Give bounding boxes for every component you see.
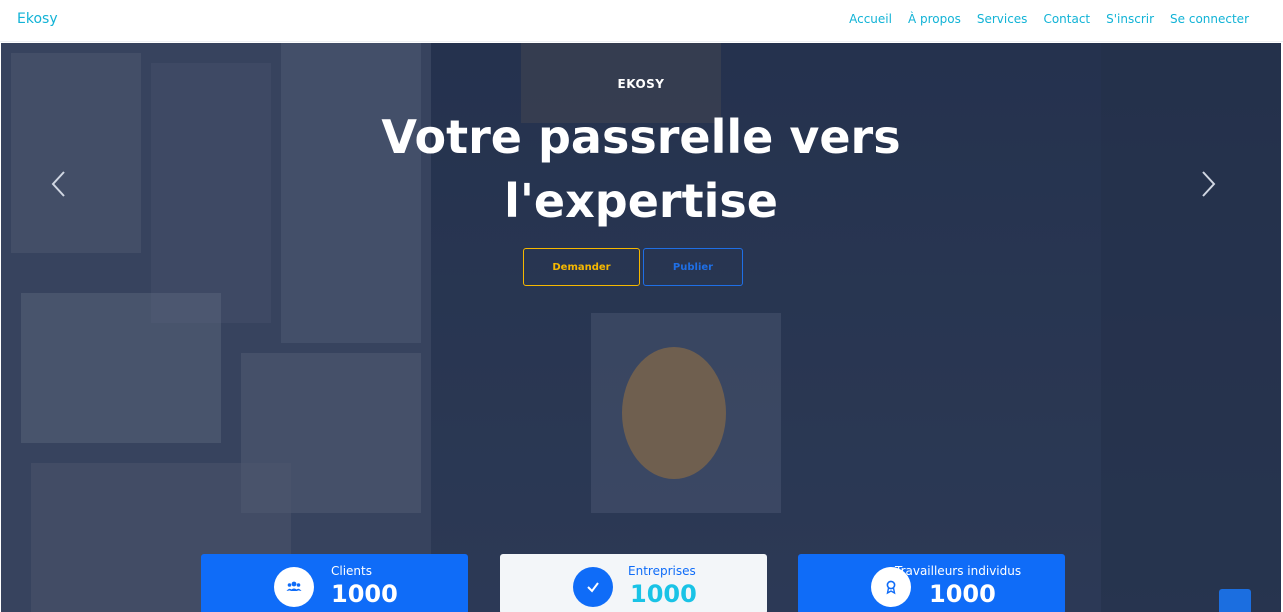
stat-count: 1000 xyxy=(630,580,697,608)
stat-title: Entreprises xyxy=(628,564,696,578)
back-to-top-button[interactable] xyxy=(1219,589,1251,612)
hero-eyebrow: EKOSY xyxy=(617,77,665,91)
stat-count: 1000 xyxy=(929,580,996,608)
nav-links: Accueil À propos Services Contact S'insc… xyxy=(849,12,1249,26)
stat-count: 1000 xyxy=(331,580,398,608)
stat-card-travailleurs: Travailleurs individus 1000 xyxy=(798,554,1065,612)
hero-headline: Votre passrelle vers l'expertise xyxy=(381,110,901,228)
chevron-right-icon[interactable] xyxy=(1198,169,1218,199)
hero-carousel: EKOSY Votre passrelle vers l'expertise D… xyxy=(1,43,1281,612)
nav-link-accueil[interactable]: Accueil xyxy=(849,12,892,26)
nav-link-services[interactable]: Services xyxy=(977,12,1028,26)
check-icon xyxy=(573,567,613,607)
stat-title: Travailleurs individus xyxy=(895,564,1022,578)
users-icon xyxy=(274,567,314,607)
stat-title: Clients xyxy=(331,564,372,578)
nav-link-se-connecter[interactable]: Se connecter xyxy=(1170,12,1249,26)
nav-link-a-propos[interactable]: À propos xyxy=(908,12,961,26)
stat-card-clients: Clients 1000 xyxy=(201,554,468,612)
stat-card-entreprises: Entreprises 1000 xyxy=(500,554,767,612)
publier-button[interactable]: Publier xyxy=(643,248,743,286)
demander-button[interactable]: Demander xyxy=(523,248,640,286)
brand-logo[interactable]: Ekosy xyxy=(17,11,58,27)
nav-link-sinscrire[interactable]: S'inscrir xyxy=(1106,12,1154,26)
nav-link-contact[interactable]: Contact xyxy=(1043,12,1090,26)
navbar: Ekosy Accueil À propos Services Contact … xyxy=(0,0,1283,42)
chevron-left-icon[interactable] xyxy=(49,169,69,199)
